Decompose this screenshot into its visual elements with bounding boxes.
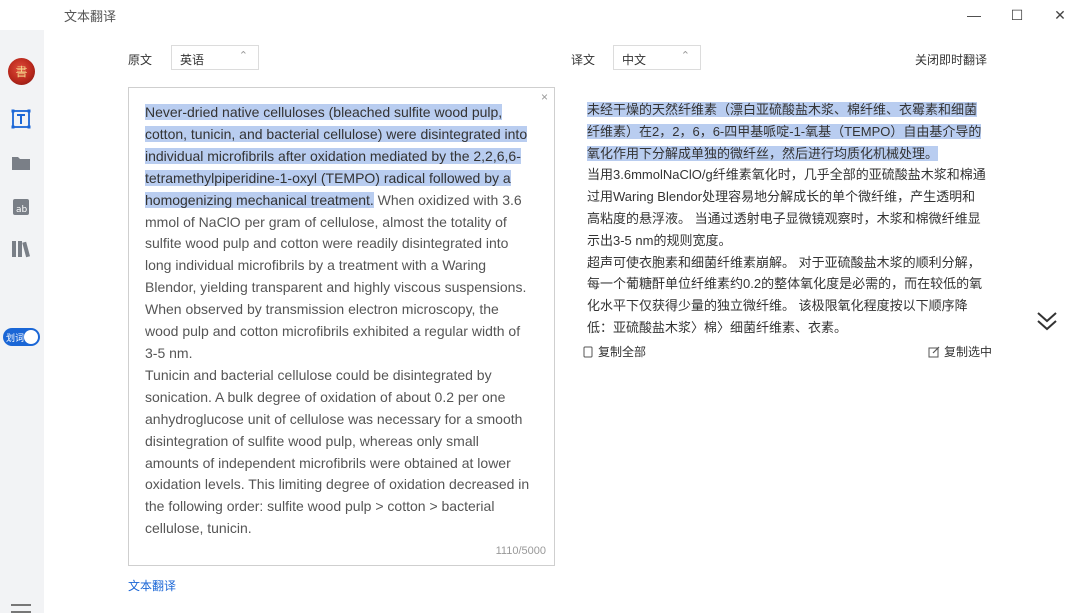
copy-all-button[interactable]: 复制全部 — [583, 343, 646, 360]
source-label: 原文 — [128, 53, 153, 67]
text-translate-icon[interactable] — [10, 108, 32, 130]
source-text-area[interactable]: × Never-dried native celluloses (bleache… — [128, 87, 555, 566]
clear-icon[interactable]: × — [541, 90, 548, 104]
source-text[interactable]: Never-dried native celluloses (bleached … — [145, 102, 535, 540]
source-language-value: 英语 — [180, 53, 205, 67]
maximize-button[interactable]: ☐ — [1006, 4, 1028, 26]
translation-paragraph-2: 超声可使衣胞素和细菌纤维素崩解。 对于亚硫酸盐木浆的顺利分解，每一个葡糖酐单位纤… — [587, 254, 983, 335]
chevron-up-icon: ⌃ — [680, 50, 690, 62]
target-label: 译文 — [571, 53, 596, 67]
source-paragraph-2: Tunicin and bacterial cellulose could be… — [145, 366, 530, 537]
translation-text-rest: 当用3.6mmolNaClO/g纤维素氧化时，几乎全部的亚硫酸盐木浆和棉通过用W… — [587, 167, 986, 248]
svg-text:ab: ab — [16, 205, 28, 215]
copy-selected-label: 复制选中 — [944, 345, 993, 359]
target-language-value: 中文 — [622, 53, 647, 67]
close-button[interactable]: ✕ — [1049, 4, 1071, 26]
copy-selected-button[interactable]: 复制选中 — [928, 343, 992, 360]
chevron-up-icon: ⌃ — [238, 50, 248, 62]
minimize-button[interactable]: — — [963, 4, 985, 26]
menu-icon[interactable] — [11, 604, 31, 613]
title-bar: 文本翻译 — ☐ ✕ — [0, 0, 1080, 30]
library-icon[interactable] — [10, 238, 32, 260]
translation-text[interactable]: 未经干燥的天然纤维素（漂白亚硫酸盐木浆、棉纤维、衣霉素和细菌纤维素）在2，2，6… — [587, 99, 987, 339]
copy-all-label: 复制全部 — [598, 345, 647, 359]
folder-icon[interactable] — [10, 152, 32, 174]
expand-down-icon[interactable] — [1034, 308, 1060, 334]
avatar[interactable]: 書 — [8, 58, 35, 85]
target-language-select[interactable]: 中文 ⌃ — [613, 45, 701, 70]
source-text-rest: When oxidized with 3.6 mmol of NaClO per… — [145, 191, 527, 361]
app-title: 文本翻译 — [64, 9, 117, 24]
character-counter: 1110/5000 — [495, 545, 546, 557]
text-translate-link[interactable]: 文本翻译 — [128, 577, 176, 594]
document-translate-icon[interactable]: ab — [10, 196, 32, 218]
source-language-select[interactable]: 英语 ⌃ — [171, 45, 259, 70]
toggle-knob — [24, 330, 38, 344]
word-selection-toggle[interactable]: 划词 — [3, 328, 40, 346]
sidebar: 書 ab 划词 — [0, 30, 44, 613]
copy-icon — [583, 346, 593, 357]
instant-translate-toggle[interactable]: 关闭即时翻译 — [915, 51, 987, 68]
translation-selected-text: 未经干燥的天然纤维素（漂白亚硫酸盐木浆、棉纤维、衣霉素和细菌纤维素）在2，2，6… — [587, 102, 982, 161]
edit-icon — [928, 346, 940, 357]
toggle-label: 划词 — [6, 333, 25, 343]
